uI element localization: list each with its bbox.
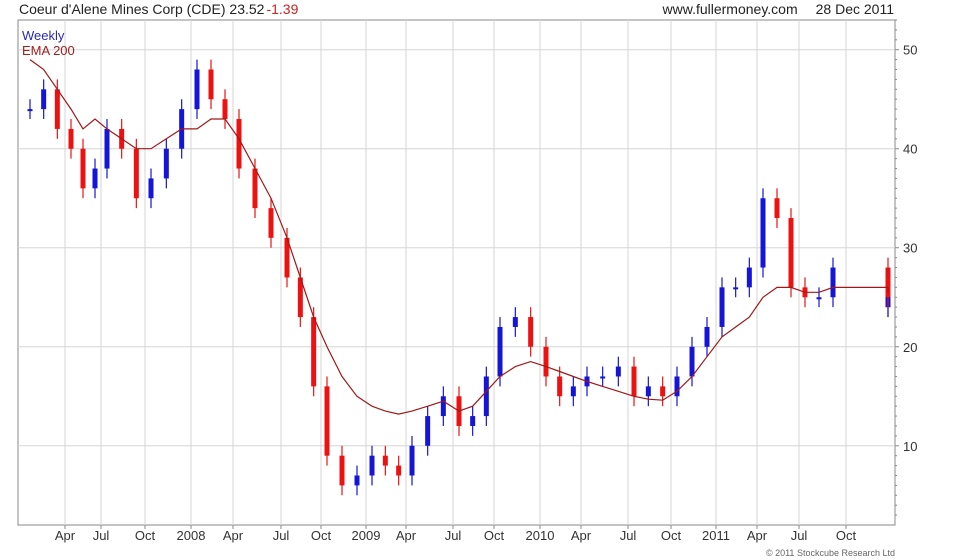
price-bar (774, 198, 780, 219)
price-bar (311, 317, 317, 387)
price-bar (54, 89, 60, 129)
price-bar (470, 416, 476, 426)
price-bar (543, 346, 549, 377)
x-tick-label: Oct (661, 528, 682, 543)
price-bar (27, 109, 33, 112)
price-bar (104, 128, 110, 169)
price-bar (252, 168, 258, 209)
x-tick-label: Oct (836, 528, 857, 543)
price-bar (788, 218, 794, 288)
price-bar (483, 376, 489, 417)
price-bar (557, 376, 563, 397)
price-bar (369, 455, 375, 476)
x-tick-label: Oct (311, 528, 332, 543)
copyright: © 2011 Stockcube Research Ltd (765, 548, 895, 558)
x-tick-label: Jul (273, 528, 290, 543)
price-bar (615, 366, 621, 377)
x-tick-label: Apr (223, 528, 244, 543)
x-tick-label: Oct (135, 528, 156, 543)
price-bar (163, 148, 169, 179)
price-bar (339, 455, 345, 486)
price-bar (425, 416, 431, 446)
price-bar (645, 386, 651, 397)
x-tick-label: 2011 (702, 528, 730, 543)
price-bar (382, 455, 388, 466)
price-bar (208, 69, 214, 100)
y-tick-label: 50 (903, 43, 917, 58)
price-chart: Apr Jul Oct 2008 Apr Jul Oct 2009 Apr Jul Oct 2010 A… (17, 19, 917, 543)
price-bar (830, 267, 836, 298)
price-bar (631, 366, 637, 397)
price-bar (816, 297, 822, 300)
price-bar (222, 99, 228, 120)
price-bar (674, 376, 680, 397)
price-bar (497, 326, 503, 377)
price-bar (600, 376, 606, 379)
x-tick-label: 2008 (177, 528, 206, 543)
price-bar (92, 168, 98, 189)
price-bar (80, 148, 86, 189)
x-tick-label: 2010 (526, 528, 555, 543)
price-bar (133, 148, 139, 199)
x-tick-label: Jul (791, 528, 808, 543)
x-tick-label: 2009 (352, 528, 381, 543)
legend-weekly: Weekly (22, 28, 65, 43)
y-tick-label: 40 (903, 142, 917, 157)
price-bar (528, 317, 534, 347)
price-bar (194, 69, 200, 110)
price-bar (324, 386, 330, 456)
y-tick-label: 20 (903, 340, 917, 355)
price-bar (689, 346, 695, 377)
x-tick-label: Apr (396, 528, 417, 543)
price-bar (570, 386, 576, 397)
price-bar (354, 475, 360, 486)
y-tick-label: 30 (903, 241, 917, 256)
price-bar (236, 119, 242, 169)
x-tick-label: Apr (55, 528, 76, 543)
price-bar (512, 317, 518, 327)
x-tick-label: Jul (620, 528, 637, 543)
legend-ema: EMA 200 (22, 43, 75, 58)
price-bar (440, 396, 446, 417)
price-bar (68, 128, 74, 149)
price-bar (148, 178, 154, 199)
price-bar (41, 89, 47, 110)
x-tick-label: Jul (445, 528, 462, 543)
x-tick-label: Apr (571, 528, 592, 543)
price-bar (268, 208, 274, 238)
x-tick-label: Apr (747, 528, 768, 543)
price-bar (704, 326, 710, 347)
price-bar (719, 287, 725, 327)
price-bar (746, 267, 752, 288)
price-bar (396, 465, 402, 476)
x-tick-label: Jul (93, 528, 110, 543)
price-bar (409, 445, 415, 476)
x-tick-label: Oct (484, 528, 505, 543)
price-bar (660, 386, 666, 397)
price-bar (760, 198, 766, 268)
y-tick-label: 10 (903, 439, 917, 454)
price-bar (733, 287, 739, 290)
chart-legend: Weekly EMA 200 (22, 28, 75, 58)
